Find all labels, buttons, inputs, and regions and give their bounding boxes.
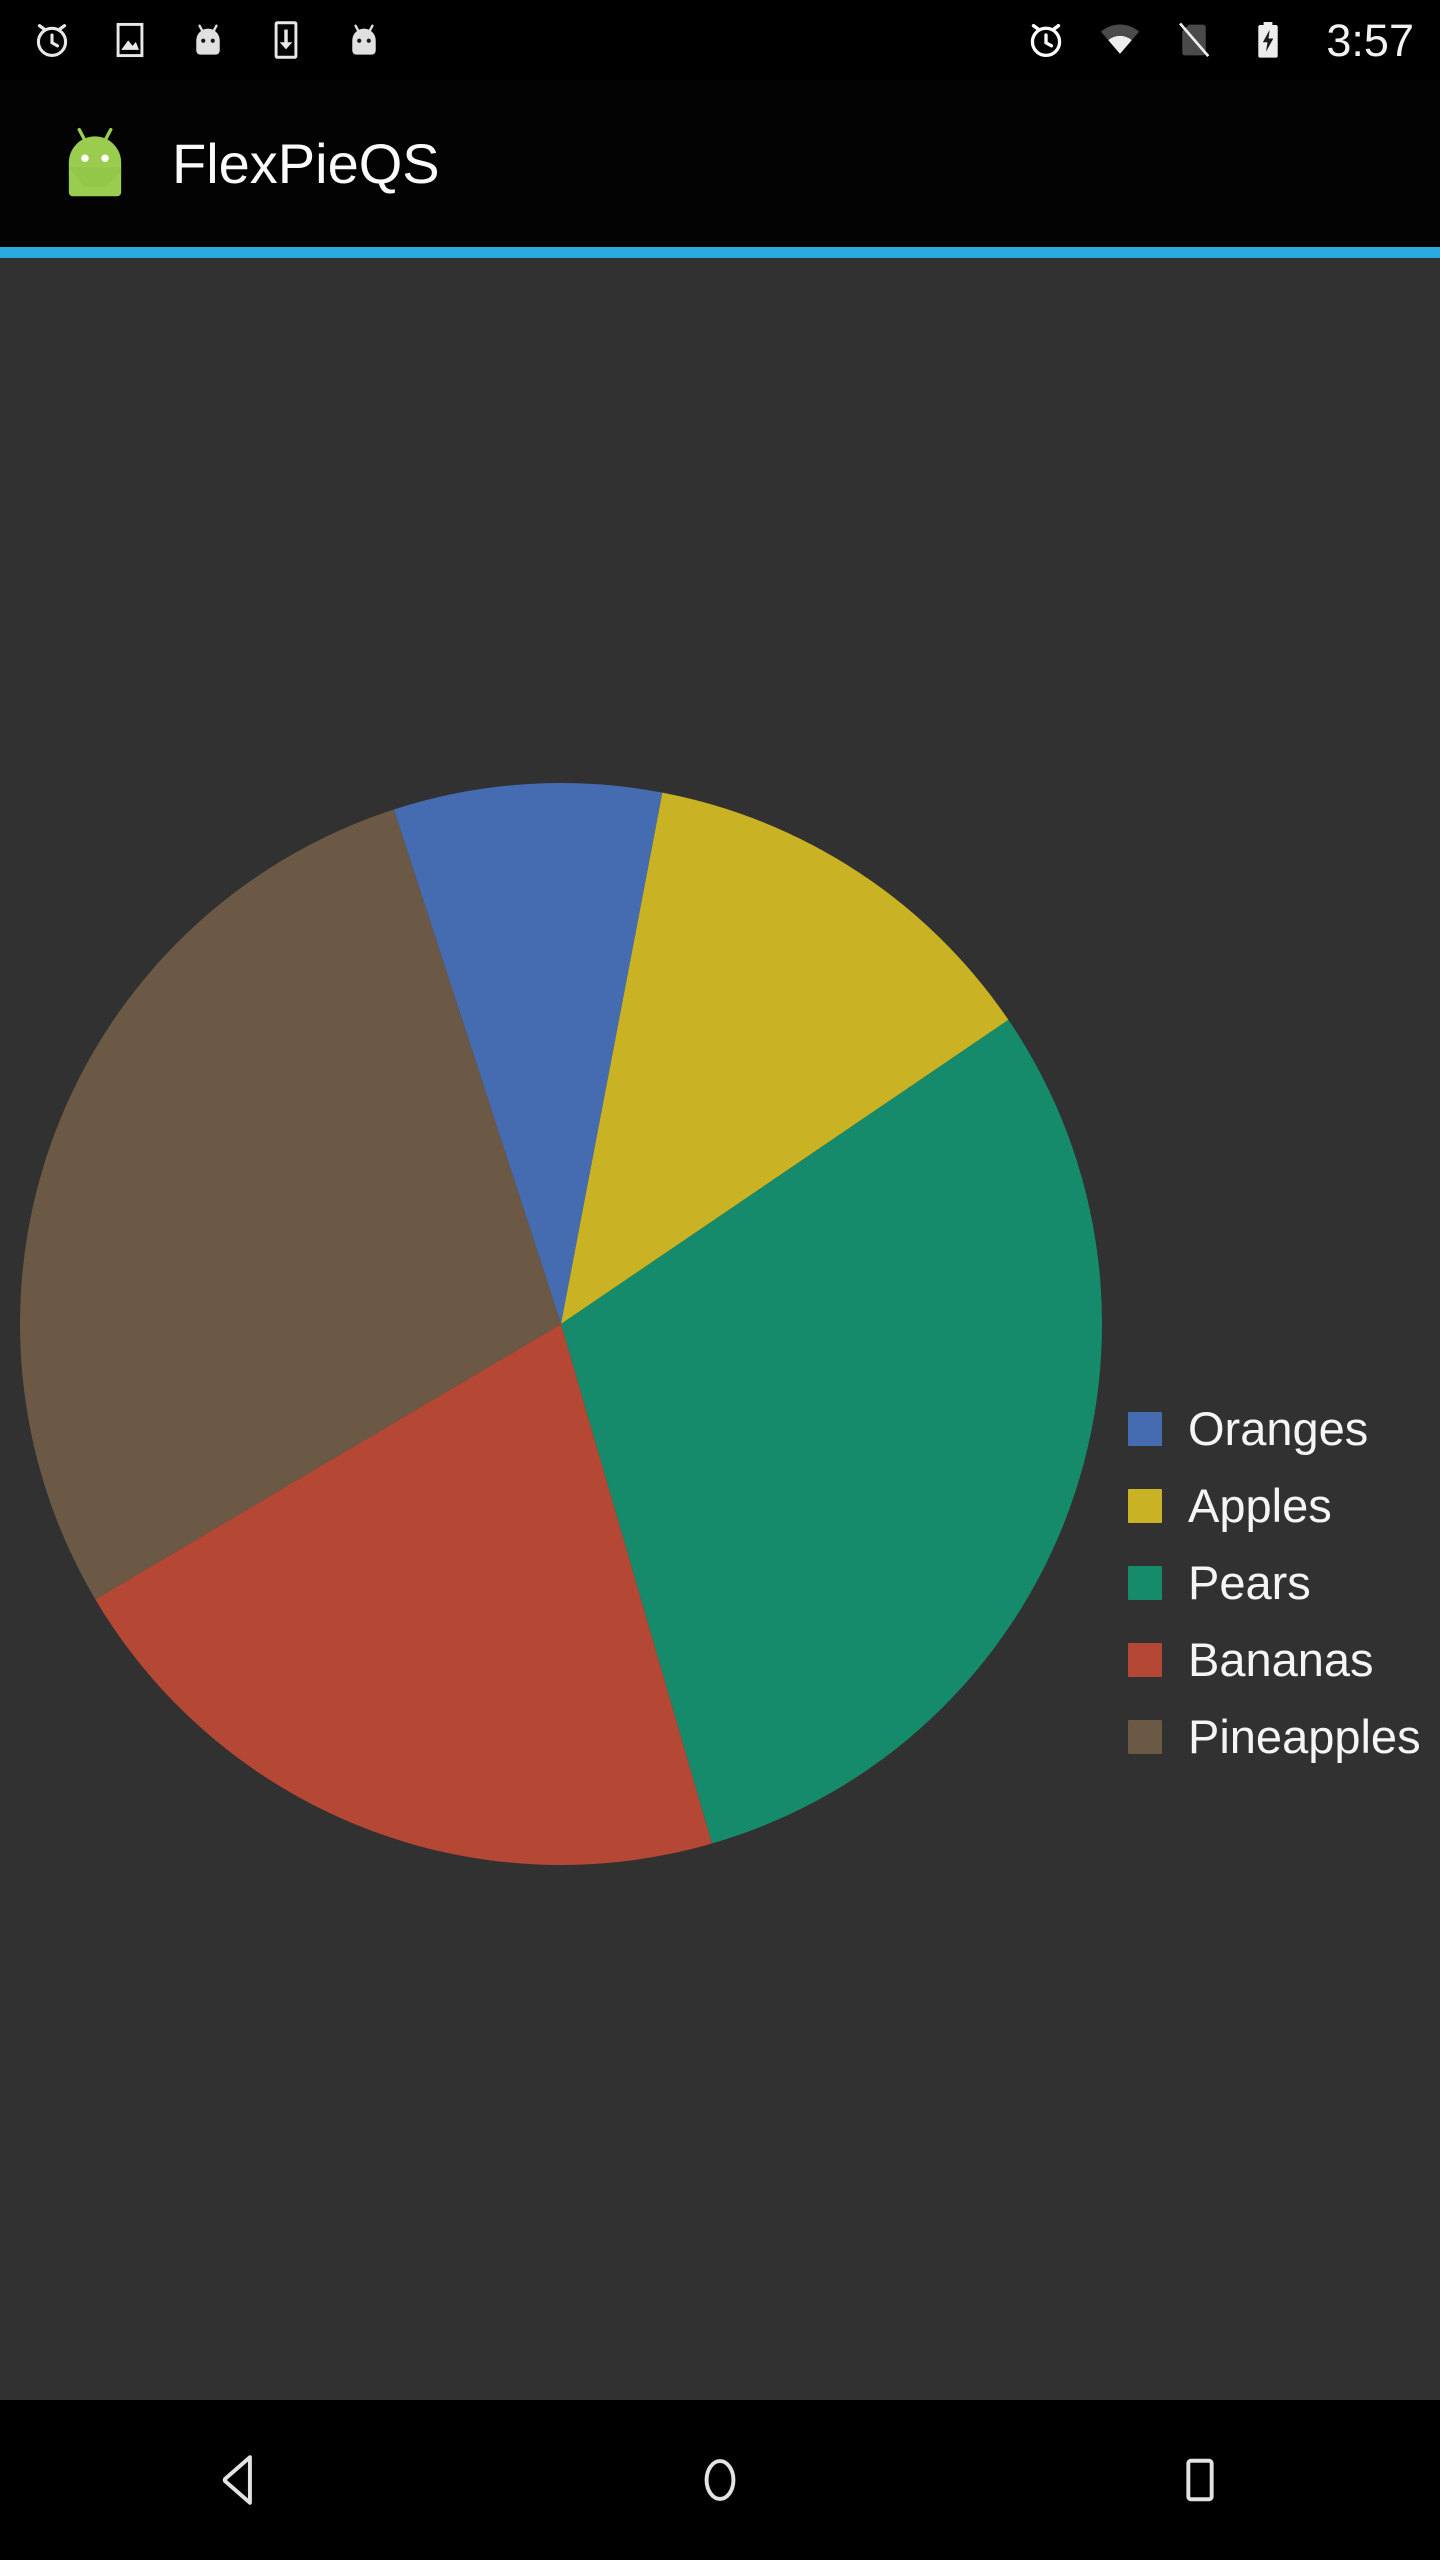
legend-item-apples[interactable]: Apples [1128,1467,1421,1544]
chart-legend: Oranges Apples Pears Bananas Pineapples [1128,1390,1421,1775]
legend-label: Bananas [1188,1633,1374,1686]
image-icon [108,18,152,62]
home-button[interactable] [640,2400,800,2560]
legend-swatch-bananas [1128,1642,1162,1677]
battery-charging-icon [1246,18,1290,62]
alarm-clock-icon [30,18,74,62]
legend-item-pineapples[interactable]: Pineapples [1128,1698,1421,1775]
status-bar-left-icons [30,18,386,62]
legend-item-bananas[interactable]: Bananas [1128,1621,1421,1698]
android-nav-bar [0,2400,1440,2560]
legend-swatch-pineapples [1128,1719,1162,1754]
back-button[interactable] [160,2400,320,2560]
alarm-clock-icon [1024,18,1068,62]
status-bar-right-icons: 3:57 [1024,18,1414,63]
legend-item-oranges[interactable]: Oranges [1128,1390,1421,1467]
pie-chart-svg[interactable] [0,258,1440,2400]
android-notification-icon-2 [342,18,386,62]
app-title: FlexPieQS [172,131,440,195]
android-notification-icon [186,18,230,62]
legend-label: Oranges [1188,1402,1369,1455]
pie-chart [0,258,1440,2400]
recents-button[interactable] [1120,2400,1280,2560]
legend-swatch-pears [1128,1565,1162,1600]
legend-label: Pineapples [1188,1710,1421,1763]
status-bar: 3:57 [0,0,1440,80]
download-icon [264,18,308,62]
legend-swatch-oranges [1128,1411,1162,1446]
legend-item-pears[interactable]: Pears [1128,1544,1421,1621]
status-bar-clock: 3:57 [1326,14,1414,66]
no-sim-icon [1172,18,1216,62]
legend-swatch-apples [1128,1488,1162,1523]
android-app-icon [52,121,138,207]
legend-label: Apples [1188,1479,1332,1532]
legend-label: Pears [1188,1556,1311,1609]
main-content: Oranges Apples Pears Bananas Pineapples [0,258,1440,2400]
app-toolbar: FlexPieQS [0,80,1440,247]
toolbar-accent-bar [0,247,1440,258]
wifi-icon [1098,18,1142,62]
